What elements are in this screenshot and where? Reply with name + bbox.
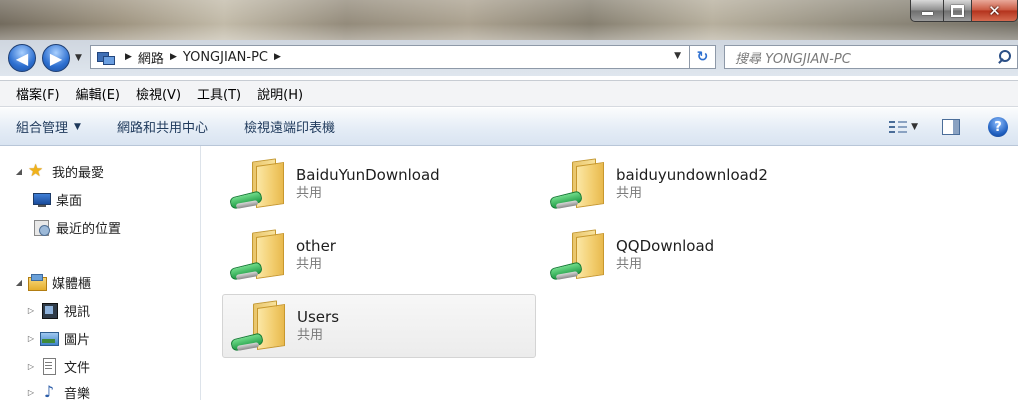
- window-controls: ✕: [910, 0, 1018, 22]
- shared-folder-icon: [546, 156, 608, 212]
- video-icon: [40, 302, 58, 319]
- share-name: Users: [297, 308, 340, 326]
- music-note-icon: ♪: [43, 382, 55, 401]
- sidebar-item-label: 音樂: [64, 386, 91, 402]
- desktop-icon: [32, 191, 51, 207]
- preview-pane-icon[interactable]: [942, 119, 960, 135]
- collapse-arrow-icon[interactable]: ▷: [26, 388, 36, 397]
- menu-bar: 檔案(F) 編輯(E) 檢視(V) 工具(T) 說明(H): [0, 80, 1018, 107]
- shared-folder-icon: [226, 156, 288, 212]
- refresh-button[interactable]: ↻: [690, 45, 716, 69]
- chevron-right-icon[interactable]: ▶: [170, 52, 177, 62]
- share-item-other[interactable]: other 共用: [222, 223, 536, 287]
- share-name: QQDownload: [616, 237, 715, 255]
- recent-places-icon: [32, 219, 50, 236]
- menu-edit[interactable]: 編輯(E): [68, 82, 128, 105]
- sidebar-item-label: 文件: [64, 360, 91, 376]
- shared-folder-icon: [227, 298, 289, 354]
- picture-icon: [40, 330, 59, 346]
- collapse-arrow-icon[interactable]: ▷: [26, 306, 36, 315]
- chevron-right-icon[interactable]: ▶: [274, 52, 281, 62]
- expand-arrow-icon[interactable]: ◢: [14, 167, 24, 176]
- share-status: 共用: [296, 186, 323, 201]
- view-remote-printers-label: 檢視遠端印表機: [243, 121, 335, 136]
- sidebar-item-libraries[interactable]: ◢ 媒體櫃: [14, 270, 91, 294]
- menu-file[interactable]: 檔案(F): [8, 82, 68, 105]
- view-remote-printers-button[interactable]: 檢視遠端印表機: [244, 117, 335, 136]
- menu-tools[interactable]: 工具(T): [189, 82, 249, 105]
- share-item-baiduyundownload[interactable]: BaiduYunDownload 共用: [222, 152, 536, 216]
- shared-folder-icon: [226, 227, 288, 283]
- sidebar-item-music[interactable]: ▷ ♪ 音樂: [26, 380, 90, 404]
- minimize-icon: [921, 12, 933, 15]
- window-title-bar: ✕: [0, 0, 1018, 40]
- close-button[interactable]: ✕: [972, 0, 1018, 22]
- library-icon: [28, 274, 47, 291]
- document-icon: [40, 358, 58, 375]
- sidebar-item-label: 最近的位置: [56, 221, 122, 237]
- minimize-button[interactable]: [910, 0, 944, 22]
- expand-arrow-icon[interactable]: ◢: [14, 278, 24, 287]
- sidebar-item-label: 我的最愛: [52, 165, 105, 181]
- maximize-button[interactable]: [944, 0, 972, 22]
- sidebar-item-label: 圖片: [64, 332, 91, 348]
- organize-label: 組合管理: [16, 121, 69, 136]
- sidebar-item-recent[interactable]: 最近的位置: [28, 215, 121, 239]
- sidebar-item-pictures[interactable]: ▷ 圖片: [26, 326, 90, 350]
- network-sharing-center-label: 網路和共用中心: [116, 121, 208, 136]
- help-icon[interactable]: ?: [988, 117, 1008, 137]
- search-icon[interactable]: [997, 49, 1013, 65]
- share-name: other: [296, 237, 336, 255]
- back-arrow-icon: ◀: [15, 48, 29, 68]
- share-name: BaiduYunDownload: [296, 166, 440, 184]
- share-status: 共用: [616, 186, 643, 201]
- address-bar[interactable]: ▶ 網路 ▶ YONGJIAN-PC ▶ ▼: [90, 45, 690, 69]
- share-item-users[interactable]: Users 共用: [222, 294, 536, 358]
- menu-view[interactable]: 檢視(V): [128, 82, 189, 105]
- collapse-arrow-icon[interactable]: ▷: [26, 334, 36, 343]
- network-icon: [97, 50, 115, 65]
- chevron-down-icon: ▼: [74, 121, 81, 132]
- address-history-dropdown[interactable]: ▼: [674, 51, 681, 61]
- forward-arrow-icon: ▶: [49, 48, 63, 68]
- navigation-bar: ◀ ▶ ▼ ▶ 網路 ▶ YONGJIAN-PC ▶ ▼ ↻ 搜尋 YONGJI…: [0, 40, 1018, 76]
- menu-help[interactable]: 說明(H): [249, 82, 311, 105]
- breadcrumb-computer[interactable]: YONGJIAN-PC: [183, 50, 268, 65]
- file-list: BaiduYunDownload 共用 baiduyundownload2 共用…: [202, 146, 1018, 400]
- sidebar-item-videos[interactable]: ▷ 視訊: [26, 298, 90, 322]
- organize-button[interactable]: 組合管理 ▼: [16, 117, 81, 136]
- refresh-icon: ↻: [696, 49, 709, 65]
- search-box[interactable]: 搜尋 YONGJIAN-PC: [724, 45, 1018, 69]
- share-name: baiduyundownload2: [616, 166, 768, 184]
- shared-folder-icon: [546, 227, 608, 283]
- star-icon: ★: [28, 161, 44, 181]
- chevron-down-icon[interactable]: ▼: [911, 122, 918, 132]
- share-status: 共用: [296, 257, 323, 272]
- sidebar-item-favorites[interactable]: ◢ ★ 我的最愛: [14, 159, 104, 183]
- close-icon: ✕: [988, 1, 1001, 20]
- share-item-baiduyundownload2[interactable]: baiduyundownload2 共用: [542, 152, 856, 216]
- breadcrumb-network[interactable]: 網路: [138, 48, 164, 67]
- chevron-right-icon[interactable]: ▶: [125, 52, 132, 62]
- sidebar-item-label: 媒體櫃: [52, 276, 92, 292]
- command-bar: 組合管理 ▼ 網路和共用中心 檢視遠端印表機 ▼ ?: [0, 108, 1018, 146]
- sidebar-item-desktop[interactable]: 桌面: [28, 187, 82, 211]
- collapse-arrow-icon[interactable]: ▷: [26, 362, 36, 371]
- forward-button[interactable]: ▶: [42, 44, 70, 72]
- network-sharing-center-button[interactable]: 網路和共用中心: [117, 117, 208, 136]
- share-status: 共用: [297, 328, 324, 343]
- command-bar-right: ▼ ?: [889, 108, 1018, 146]
- back-button[interactable]: ◀: [8, 44, 36, 72]
- share-status: 共用: [616, 257, 643, 272]
- maximize-icon: [951, 4, 964, 17]
- change-view-icon[interactable]: [889, 120, 908, 134]
- share-item-qqdownload[interactable]: QQDownload 共用: [542, 223, 856, 287]
- sidebar-item-documents[interactable]: ▷ 文件: [26, 354, 90, 378]
- navigation-pane: ◢ ★ 我的最愛 桌面 最近的位置 ◢ 媒體櫃 ▷ 視訊 ▷ 圖片 ▷ 文件 ▷…: [0, 146, 201, 402]
- sidebar-item-label: 視訊: [64, 304, 91, 320]
- recent-pages-dropdown[interactable]: ▼: [75, 53, 82, 63]
- sidebar-item-label: 桌面: [56, 193, 83, 209]
- search-input[interactable]: 搜尋 YONGJIAN-PC: [735, 48, 997, 67]
